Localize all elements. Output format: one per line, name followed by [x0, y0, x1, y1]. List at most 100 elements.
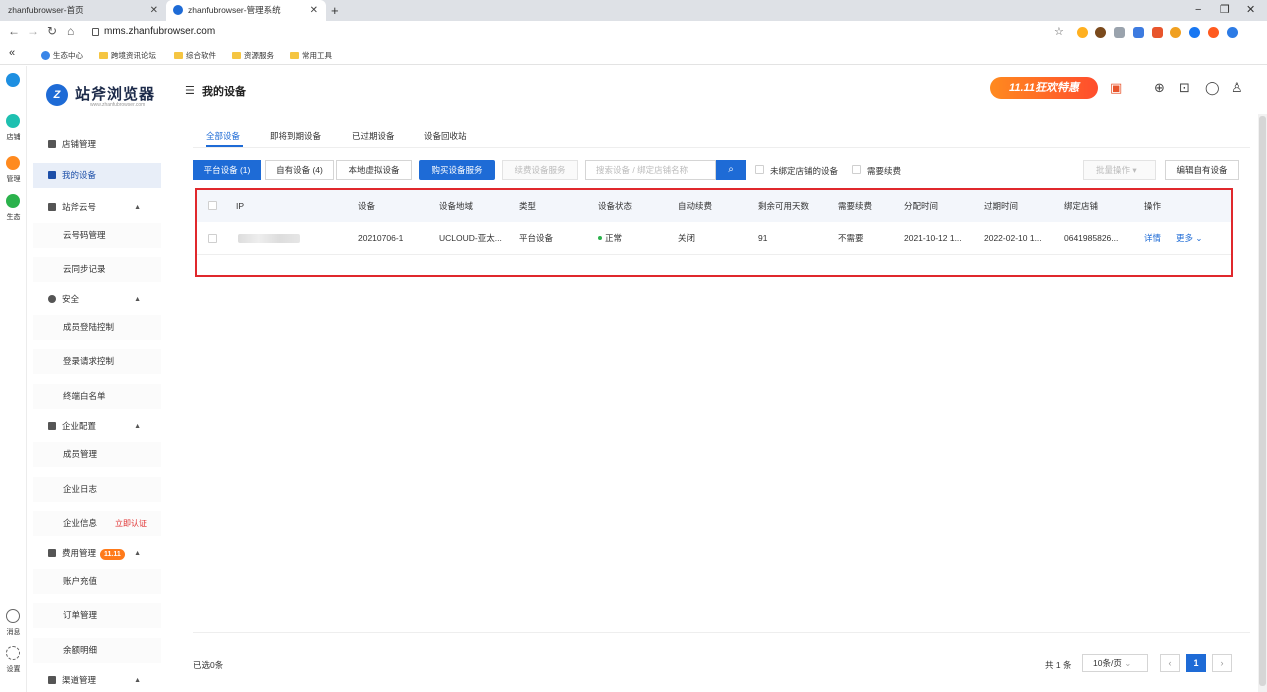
- next-page-button[interactable]: ›: [1212, 654, 1232, 672]
- prev-page-button[interactable]: ‹: [1160, 654, 1180, 672]
- tab-platform-devices[interactable]: 平台设备 (1): [193, 160, 261, 180]
- add-circle-icon[interactable]: ⊕: [1154, 80, 1165, 96]
- unbound-checkbox[interactable]: [755, 165, 764, 174]
- browser-tab-admin[interactable]: zhanfubrowser-管理系统 ✕: [166, 0, 326, 21]
- rail-label-settings[interactable]: 设置: [2, 664, 25, 674]
- new-tab-button[interactable]: +: [331, 0, 339, 21]
- sidebar-item-recharge[interactable]: 账户充值: [33, 569, 161, 594]
- sidebar-group-channel[interactable]: 渠道管理 ▲: [33, 668, 161, 692]
- zhanfu-favicon-icon: [173, 5, 183, 15]
- tab-expired[interactable]: 已过期设备: [352, 130, 395, 142]
- promo-banner[interactable]: 11.11狂欢特惠: [990, 77, 1098, 99]
- extension-icon[interactable]: [1152, 27, 1163, 38]
- sidebar-item-my-devices[interactable]: 我的设备: [33, 163, 161, 188]
- tab-recycle-bin[interactable]: 设备回收站: [424, 130, 467, 142]
- message-icon[interactable]: [6, 609, 20, 623]
- close-window-button[interactable]: ✕: [1246, 0, 1255, 21]
- buy-device-button[interactable]: 购买设备服务: [419, 160, 495, 180]
- bag-icon[interactable]: ⊡: [1179, 80, 1190, 96]
- sidebar-item-cloud-number[interactable]: 云号码管理: [33, 223, 161, 248]
- extension-icon[interactable]: [1189, 27, 1200, 38]
- sidebar-item-cloud-sync[interactable]: 云同步记录: [33, 257, 161, 282]
- folder-icon: [99, 52, 108, 59]
- scrollbar-thumb[interactable]: [1259, 116, 1266, 686]
- search-input[interactable]: 搜索设备 / 绑定店铺名称: [585, 160, 716, 180]
- sidebar-item-orders[interactable]: 订单管理: [33, 603, 161, 628]
- address-bar[interactable]: mms.zhanfubrowser.com: [104, 26, 215, 37]
- sidebar-item-enterprise-log[interactable]: 企业日志: [33, 477, 161, 502]
- tab-own-devices[interactable]: 自有设备 (4): [265, 160, 334, 180]
- forward-icon[interactable]: →: [27, 24, 39, 38]
- extension-icon[interactable]: [1170, 27, 1181, 38]
- sidebar-group-billing[interactable]: 费用管理 11.11 ▲: [33, 541, 161, 566]
- sidebar-item-balance[interactable]: 余额明细: [33, 638, 161, 663]
- extension-icon[interactable]: [1133, 27, 1144, 38]
- need-renew-label: 需要续费: [867, 166, 902, 176]
- page-size-select[interactable]: 10条/页 ⌄: [1082, 654, 1148, 672]
- batch-operation-dropdown[interactable]: 批量操作 ▾: [1083, 160, 1156, 180]
- search-icon[interactable]: ⌕: [716, 160, 746, 180]
- extension-icon[interactable]: [1095, 27, 1106, 38]
- unbound-label: 未绑定店铺的设备: [770, 166, 839, 176]
- rail-label-store[interactable]: 店铺: [2, 132, 25, 142]
- eco-icon[interactable]: [6, 194, 20, 208]
- renew-device-button[interactable]: 续费设备服务: [502, 160, 578, 180]
- extension-icon[interactable]: [1077, 27, 1088, 38]
- chat-icon[interactable]: ◯: [1205, 80, 1220, 96]
- promo-badge: 11.11: [100, 549, 125, 560]
- highlight-frame: [195, 188, 1233, 277]
- sidebar-group-security[interactable]: 安全 ▲: [33, 287, 161, 312]
- apps-icon[interactable]: «: [9, 47, 15, 59]
- home-icon[interactable]: ⌂: [67, 24, 74, 38]
- maximize-button[interactable]: ❐: [1220, 0, 1230, 21]
- close-icon[interactable]: ✕: [310, 0, 318, 21]
- bank-icon: [48, 422, 56, 430]
- browser-toolbar: ← → ↻ ⌂ mms.zhanfubrowser.com ☆: [0, 21, 1267, 45]
- sidebar-item-members[interactable]: 成员管理: [33, 442, 161, 467]
- sidebar-item-enterprise-info[interactable]: 企业信息 立即认证: [33, 511, 161, 536]
- bookmark-item[interactable]: 跨境资讯论坛: [99, 50, 156, 61]
- browser-tab-home[interactable]: zhanfubrowser-首页 ✕: [0, 0, 166, 21]
- profile-icon[interactable]: [6, 73, 20, 87]
- settings-gear-icon[interactable]: [6, 646, 20, 660]
- sidebar-item-member-login[interactable]: 成员登陆控制: [33, 315, 161, 340]
- extension-icon[interactable]: [1208, 27, 1219, 38]
- verify-now-link[interactable]: 立即认证: [115, 519, 147, 528]
- sidebar-group-enterprise[interactable]: 企业配置 ▲: [33, 414, 161, 439]
- bookmark-item[interactable]: 常用工具: [290, 50, 332, 61]
- page-title: 我的设备: [202, 86, 246, 98]
- back-icon[interactable]: ←: [8, 24, 20, 38]
- store-icon[interactable]: [6, 114, 20, 128]
- user-icon[interactable]: ♙: [1231, 80, 1243, 96]
- manage-icon[interactable]: [6, 156, 20, 170]
- shield-icon: [48, 295, 56, 303]
- page-button[interactable]: 1: [1186, 654, 1206, 672]
- coupon-icon[interactable]: ▣: [1110, 80, 1122, 96]
- bookmark-item[interactable]: 生态中心: [41, 50, 83, 61]
- bookmark-item[interactable]: 资源服务: [232, 50, 274, 61]
- lock-icon: [92, 28, 99, 36]
- edit-own-devices-button[interactable]: 编辑自有设备: [1165, 160, 1239, 180]
- reload-icon[interactable]: ↻: [47, 24, 57, 38]
- chevron-up-icon: ▲: [134, 677, 141, 684]
- wallet-icon: [48, 549, 56, 557]
- close-icon[interactable]: ✕: [150, 0, 158, 21]
- bookmark-star-icon[interactable]: ☆: [1054, 25, 1064, 38]
- tab-local-virtual[interactable]: 本地虚拟设备: [336, 160, 412, 180]
- menu-toggle-icon[interactable]: ☰: [185, 84, 195, 97]
- sidebar-item-login-request[interactable]: 登录请求控制: [33, 349, 161, 374]
- rail-label-message[interactable]: 消息: [2, 627, 25, 637]
- need-renew-checkbox[interactable]: [852, 165, 861, 174]
- sidebar-group-cloud[interactable]: 站斧云号 ▲: [33, 195, 161, 220]
- rail-label-manage[interactable]: 管理: [2, 174, 25, 184]
- channel-icon: [48, 676, 56, 684]
- tab-all-devices[interactable]: 全部设备: [206, 130, 240, 142]
- extension-icon[interactable]: [1114, 27, 1125, 38]
- bookmark-item[interactable]: 综合软件: [174, 50, 216, 61]
- rail-label-eco[interactable]: 生态: [2, 212, 25, 222]
- sidebar-item-store-manage[interactable]: 店铺管理: [33, 132, 161, 157]
- minimize-button[interactable]: −: [1195, 0, 1201, 21]
- sidebar-item-whitelist[interactable]: 终端白名单: [33, 384, 161, 409]
- tab-expiring[interactable]: 即将到期设备: [270, 130, 321, 142]
- extension-icon[interactable]: [1227, 27, 1238, 38]
